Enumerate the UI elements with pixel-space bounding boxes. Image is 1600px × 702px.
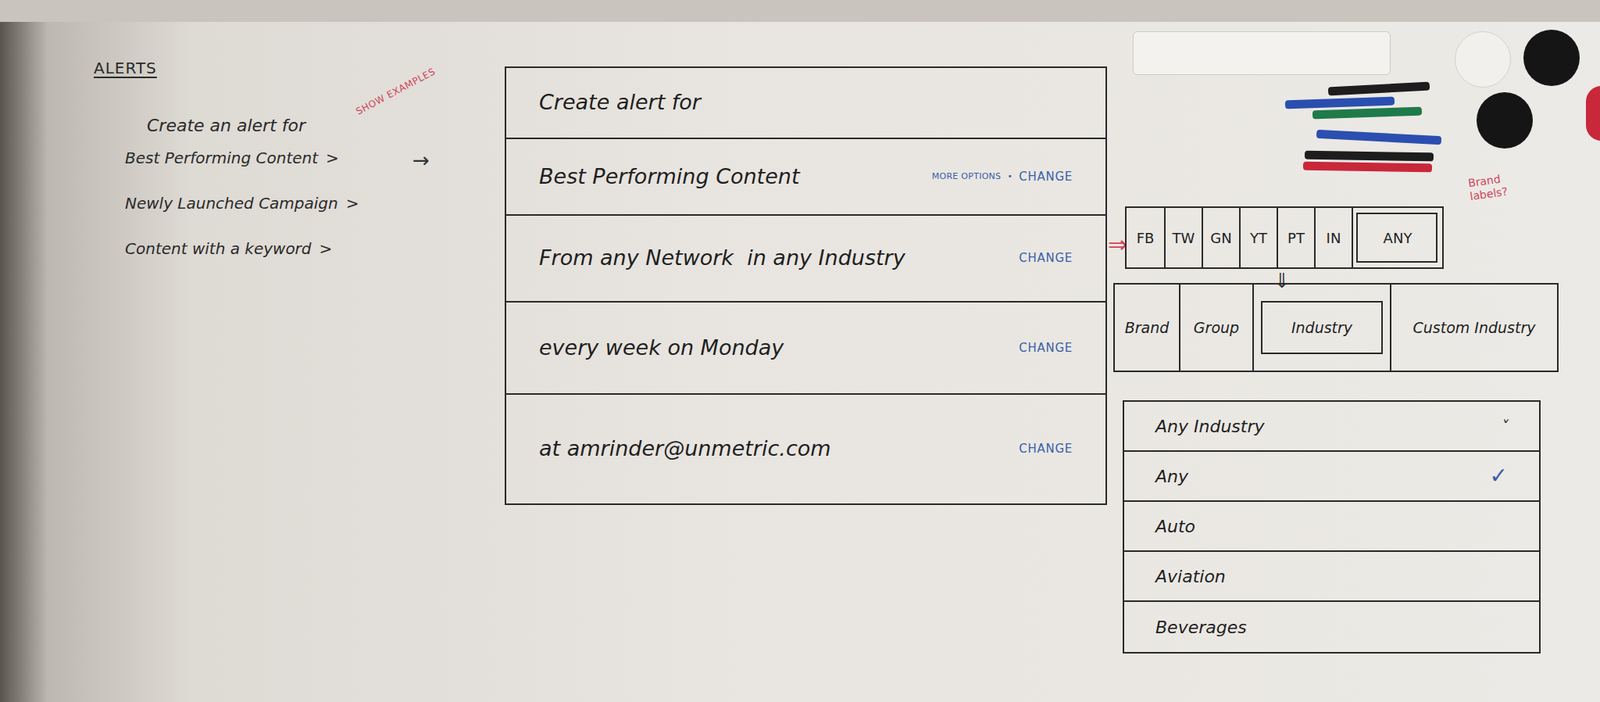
network-tab-label: PT [1287,227,1305,249]
notes-item[interactable]: Best Performing Content > [125,146,360,170]
scope-tabs: Brand Group Industry Custom Industry [1113,282,1559,372]
card-row: every week on Monday CHANGE [506,302,1106,395]
row-actions: MORE OPTIONS • CHANGE [932,167,1073,186]
scope-tab-label: Group [1193,316,1240,340]
notes-list: Best Performing Content>Newly Launched C… [125,146,360,261]
scope-tab[interactable]: Custom Industry [1389,284,1558,371]
card-row: Best Performing Content MORE OPTIONS • CHAN… [506,139,1106,216]
check-icon: ✓ [1489,459,1508,493]
alert-card: Create alert for Best Performing Content M… [504,66,1108,505]
marker [1304,150,1434,162]
change-link[interactable]: CHANGE [1018,167,1073,186]
card-row-text: at amrinder@unmetric.com [539,432,832,465]
dropdown-option-label: Beverages [1155,614,1247,640]
card-row: at amrinder@unmetric.com CHANGE [506,394,1106,504]
card-row: From any Network in any Industry CHANGE [506,215,1106,303]
arrow-icon: → [412,145,430,176]
dropdown-option[interactable]: Any ✓ [1124,451,1540,502]
magnet [1454,31,1511,88]
scope-tab[interactable]: Group [1178,284,1253,371]
notes-item[interactable]: Newly Launched Campaign > [125,191,360,215]
network-tab-label: YT [1250,227,1268,249]
network-tab-label: ANY [1383,227,1413,249]
dropdown-option[interactable]: Aviation [1124,551,1540,602]
magnet [1476,92,1533,149]
annotation: SHOW EXAMPLES [353,64,438,119]
scope-tab-label: Custom Industry [1413,316,1536,340]
alert-notes: ALERTS Create an alert for Best Performing… [93,56,360,261]
marker [1285,96,1395,110]
scope-tab-inner: Industry [1260,300,1383,355]
scope-tab-label: Brand [1125,316,1170,340]
annotation: Brand labels? [1467,167,1541,204]
action-link[interactable]: • [1007,170,1013,184]
dropdown-option[interactable]: Beverages [1124,601,1540,652]
scope-tab[interactable]: Brand [1114,284,1179,371]
notes-item-label: Content with a keyword [125,236,312,261]
network-tab[interactable]: IN [1314,207,1352,268]
dropdown-option-label: Any [1155,463,1189,490]
dropdown-value: Any Industry [1155,413,1265,440]
magnet [1523,29,1580,86]
notes-intro: Create an alert for [146,112,360,139]
card-row-text: Create alert for [539,86,701,119]
network-tab-label: TW [1172,227,1196,249]
scope-tab-inner: Brand [1117,302,1178,354]
card-row: Create alert for [506,67,1106,140]
network-tab[interactable]: GN [1201,207,1240,268]
card-row-text: every week on Monday [539,332,784,365]
chevron-icon: > [325,146,340,170]
marker [1316,129,1442,145]
whiteboard: ALERTS Create an alert for Best Performing… [0,0,1600,702]
change-link[interactable]: CHANGE [1018,249,1073,268]
change-link[interactable]: CHANGE [1018,439,1073,458]
network-tab[interactable]: ANY [1351,207,1443,268]
network-tab-label: IN [1326,227,1342,249]
notes-title: ALERTS [93,56,360,80]
change-link[interactable]: CHANGE [1018,339,1073,358]
wall-strip [0,0,1600,22]
caret-icon: ˅ [1500,414,1508,438]
marker [1328,82,1430,97]
marker [1312,107,1422,120]
notes-item-label: Best Performing Content [125,146,318,170]
dropdown-option[interactable]: Auto [1124,501,1540,552]
row-actions: CHANGE [1018,439,1073,458]
notes-item[interactable]: Content with a keyword > [125,236,360,261]
network-tab[interactable]: YT [1239,207,1277,268]
network-tabs: FB TW GN YT PT IN ANY [1125,206,1444,269]
action-link[interactable]: MORE OPTIONS [932,170,1002,184]
magnet [1585,85,1600,141]
dropdown-option-label: Auto [1155,513,1196,540]
network-tab[interactable]: FB [1126,207,1165,268]
row-actions: CHANGE [1018,339,1073,358]
row-actions: CHANGE [1018,249,1073,268]
down-arrow-icon: ⇓ [1273,265,1291,297]
dropdown-header[interactable]: Any Industry ˅ [1124,401,1540,452]
network-tab-label: GN [1210,227,1232,249]
scope-tab[interactable]: Industry [1252,284,1390,371]
chevron-icon: > [319,236,333,261]
scope-tab-inner: Group [1185,302,1247,354]
network-tab[interactable]: TW [1164,207,1202,268]
chevron-icon: > [346,191,360,215]
scope-tab-inner: Custom Industry [1405,302,1544,354]
card-row-text: From any Network in any Industry [539,242,906,275]
marker [1303,161,1433,173]
marker-tray [1132,31,1391,75]
scope-tab-label: Industry [1291,316,1353,340]
network-tab-label: FB [1136,227,1155,249]
industry-dropdown: Any Industry ˅ Any ✓ Auto Aviation Beverages [1122,400,1541,654]
card-row-text: Best Performing Content [539,160,800,193]
network-tab[interactable]: PT [1276,207,1315,268]
dropdown-option-label: Aviation [1155,563,1226,590]
notes-item-label: Newly Launched Campaign [125,191,339,215]
